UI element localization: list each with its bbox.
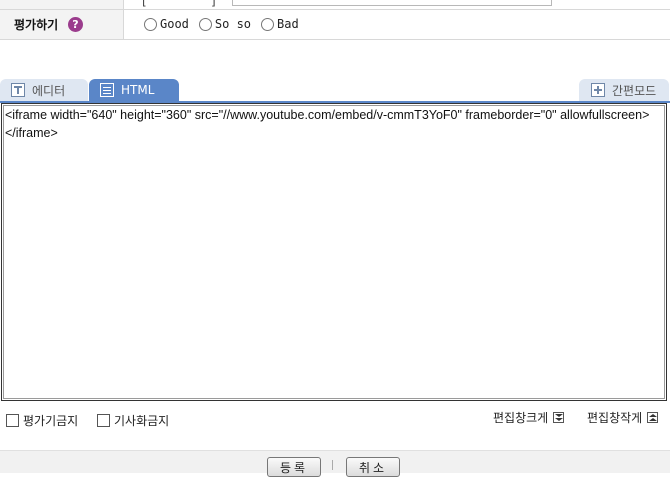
tab-simple-mode-label: 간편모드 bbox=[612, 83, 657, 98]
cancel-button[interactable]: 취소 bbox=[346, 457, 400, 477]
enlarge-editor-label: 편집창크게 bbox=[493, 411, 549, 425]
shrink-editor-control[interactable]: 편집창작게 bbox=[587, 409, 659, 426]
top-text-input[interactable] bbox=[232, 0, 552, 6]
no-rating-label: 평가기금지 bbox=[23, 414, 79, 428]
rating-row: 평가하기 ? Good So so Bad bbox=[0, 10, 670, 40]
radio-circle-icon[interactable] bbox=[198, 17, 212, 31]
rating-radio-group: Good So so Bad bbox=[144, 17, 309, 31]
no-rating-option[interactable]: 평가기금지 bbox=[6, 412, 78, 429]
text-format-icon bbox=[11, 83, 25, 97]
radio-bad-label: Bad bbox=[277, 17, 299, 31]
shrink-editor-label: 편집창작게 bbox=[587, 411, 643, 425]
html-source-textarea[interactable]: <iframe width="640" height="360" src="//… bbox=[5, 106, 660, 394]
radio-so-so-label: So so bbox=[214, 17, 252, 31]
tab-simple-mode[interactable]: 간편모드 bbox=[579, 79, 669, 101]
radio-so-so[interactable]: So so bbox=[198, 17, 252, 31]
html-editor-box: <iframe width="640" height="360" src="//… bbox=[1, 103, 667, 401]
help-icon[interactable]: ? bbox=[68, 17, 83, 32]
document-icon bbox=[100, 83, 114, 97]
tab-html[interactable]: HTML bbox=[89, 79, 179, 101]
radio-good-label: Good bbox=[160, 17, 189, 31]
radio-circle-icon[interactable] bbox=[144, 17, 157, 31]
top-form-row: [ ] bbox=[0, 0, 670, 10]
radio-circle-icon[interactable] bbox=[261, 17, 275, 31]
plus-icon bbox=[591, 83, 605, 97]
top-label-cell bbox=[0, 0, 124, 9]
rating-label: 평가하기 bbox=[14, 18, 59, 32]
no-article-checkbox[interactable] bbox=[97, 414, 110, 427]
no-article-option[interactable]: 기사화금지 bbox=[97, 412, 169, 429]
enlarge-editor-control[interactable]: 편집창크게 bbox=[493, 409, 565, 426]
tab-editor-label: 에디터 bbox=[32, 83, 66, 98]
no-rating-checkbox[interactable] bbox=[6, 414, 19, 427]
top-bracket-right: ] bbox=[211, 0, 216, 8]
tab-editor[interactable]: 에디터 bbox=[0, 79, 88, 101]
expand-down-icon[interactable] bbox=[553, 412, 565, 423]
tab-html-label: HTML bbox=[121, 83, 155, 97]
footer-bar bbox=[0, 450, 670, 473]
rating-label-cell: 평가하기 ? bbox=[0, 10, 124, 39]
footer-separator bbox=[332, 460, 333, 470]
submit-button[interactable]: 등록 bbox=[267, 457, 321, 477]
no-article-label: 기사화금지 bbox=[114, 414, 170, 428]
top-bracket-left: [ bbox=[142, 0, 147, 8]
radio-bad[interactable]: Bad bbox=[261, 17, 299, 31]
collapse-up-icon[interactable] bbox=[647, 412, 659, 423]
radio-good[interactable]: Good bbox=[144, 17, 189, 31]
